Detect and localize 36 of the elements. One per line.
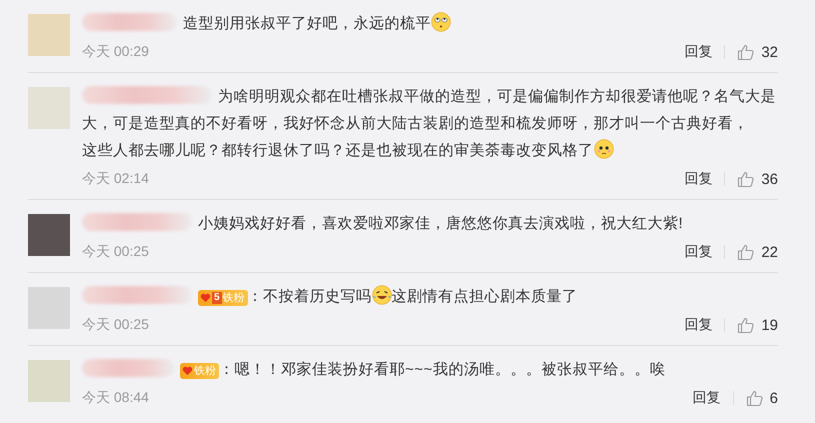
comment-text: ：嗯！！邓家佳装扮好看耶~~~我的汤唯。。。被张叔平给。。唉: [219, 361, 666, 378]
comment-time: 今天 02:14: [82, 170, 150, 188]
comment-text: 这些人都去哪儿呢？都转行退休了吗？还是也被现在的审美荼毒改变风格了: [82, 142, 594, 159]
sad-face-emoji-icon: [594, 139, 614, 159]
comment-text: ：不按着历史写吗: [248, 288, 372, 305]
like-icon[interactable]: [737, 170, 756, 188]
reply-link[interactable]: 回复: [692, 389, 721, 407]
comment-text: 大，可是造型真的不好看呀，我好怀念从前大陆古装剧的造型和梳发师呀，那才叫一个古典好看，: [82, 115, 748, 132]
like-icon[interactable]: [737, 243, 756, 261]
comment-time: 今天 00:29: [82, 43, 150, 61]
like-count: 32: [761, 44, 778, 60]
like-count: 19: [761, 316, 778, 334]
laughing-tears-emoji-icon: [372, 285, 392, 305]
badge-label: 铁粉: [222, 290, 245, 304]
reply-link[interactable]: 回复: [684, 316, 712, 334]
comment-text: 为啥明明观众都在吐槽张叔平做的造型，可是偏偏制作方却很爱请他呢？名气大是: [218, 88, 776, 105]
reply-link[interactable]: 回复: [684, 243, 712, 261]
comment-time: 今天 00:25: [82, 316, 150, 334]
rolling-eyes-emoji-icon: [431, 12, 451, 32]
like-icon[interactable]: [737, 316, 756, 334]
badge-level: 5: [212, 292, 222, 304]
like-count: 22: [761, 244, 778, 260]
reply-link[interactable]: 回复: [684, 43, 712, 61]
like-icon[interactable]: [746, 389, 764, 407]
reply-link[interactable]: 回复: [684, 170, 712, 188]
heart-icon: [200, 292, 211, 303]
heart-icon: [182, 365, 193, 376]
comment-text: 这剧情有点担心剧本质量了: [392, 288, 578, 305]
comment-text: 小姨妈戏好好看，喜欢爱啦邓家佳，唐悠悠你真去演戏啦，祝大红大紫!: [198, 215, 684, 232]
badge-label: 铁粉: [194, 364, 216, 378]
comment-time: 今天 00:25: [82, 243, 150, 261]
comment-text: 造型别用张叔平了好吧，永远的梳平: [183, 15, 431, 32]
like-count: 36: [761, 170, 778, 188]
like-count: 6: [770, 390, 778, 406]
comment-time: 今天 08:44: [82, 389, 150, 407]
like-icon[interactable]: [737, 43, 756, 61]
